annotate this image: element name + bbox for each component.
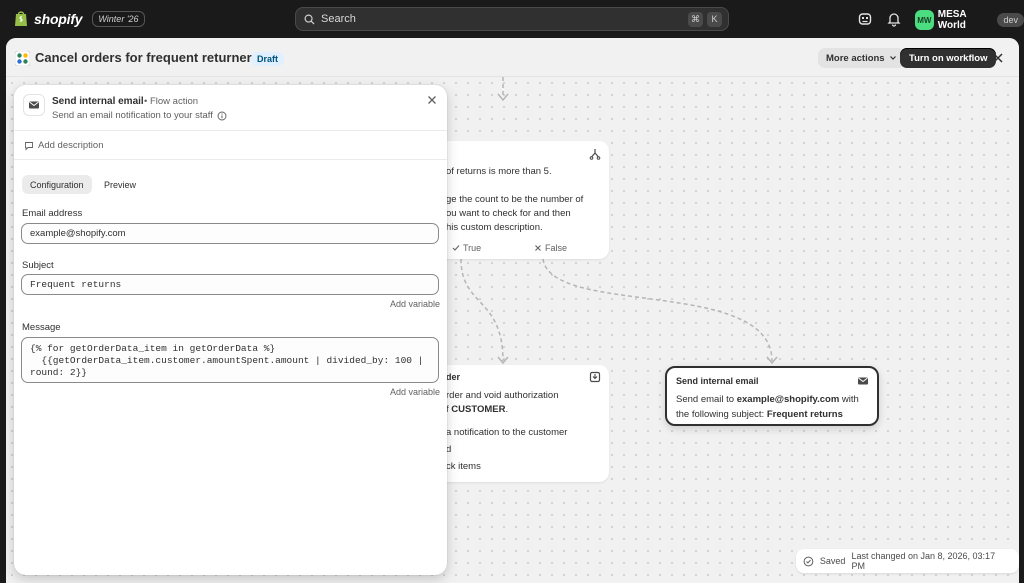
- more-actions-label: More actions: [826, 52, 885, 64]
- add-variable-link[interactable]: Add variable: [390, 299, 440, 309]
- mail-icon: [858, 377, 868, 385]
- false-branch-label: False: [545, 243, 568, 253]
- branch-icon: [589, 149, 601, 160]
- add-variable-link[interactable]: Add variable: [390, 387, 440, 397]
- email-body-address: example@shopify.com: [736, 394, 840, 405]
- info-icon[interactable]: [217, 111, 227, 121]
- email-node-body: Send email to example@shopify.com with t…: [676, 392, 866, 422]
- shopify-logo[interactable]: shopify Winter '26: [14, 10, 145, 27]
- account-menu[interactable]: MW MESA World dev: [915, 9, 1024, 31]
- check-circle-icon: [803, 556, 814, 566]
- tab-configuration[interactable]: Configuration: [22, 175, 92, 194]
- condition-line: his custom description.: [446, 222, 543, 233]
- edition-badge: Winter '26: [92, 10, 145, 27]
- shopify-bag-icon: [15, 11, 27, 26]
- add-description-button[interactable]: Add description: [24, 140, 103, 151]
- cancel-node-text: .: [505, 404, 509, 415]
- workflow-header: Cancel orders for frequent returners Dra…: [6, 38, 1019, 77]
- true-branch[interactable]: True: [452, 243, 481, 253]
- cancel-node-line: rder and void authorization: [446, 390, 559, 401]
- subject-label: Subject: [22, 260, 54, 271]
- saved-label: Saved: [819, 556, 846, 566]
- search-bar[interactable]: Search ⌘ K: [295, 7, 729, 31]
- true-branch-label: True: [463, 243, 482, 253]
- tab-preview[interactable]: Preview: [96, 175, 144, 194]
- archive-icon: [589, 371, 601, 383]
- email-body-subject: Frequent returns: [766, 409, 843, 420]
- cancel-order-node[interactable]: der rder and void authorization f CUSTOM…: [426, 365, 609, 482]
- close-icon[interactable]: [991, 51, 1005, 65]
- false-branch[interactable]: False: [534, 243, 567, 253]
- check-icon: [452, 245, 460, 251]
- condition-node[interactable]: of returns is more than 5. ge the count …: [426, 141, 609, 259]
- condition-line: ou want to check for and then: [446, 208, 571, 219]
- condition-line: ge the count to be the number of: [446, 194, 584, 205]
- panel-title: Send internal email: [52, 96, 144, 107]
- close-icon[interactable]: [426, 94, 438, 106]
- sidekick-icon[interactable]: [857, 11, 873, 27]
- env-badge: dev: [997, 13, 1024, 27]
- panel-subtitle-text: Send an email notification to your staff: [52, 110, 213, 121]
- email-address-label: Email address: [22, 208, 83, 219]
- save-status: Saved Last changed on Jan 8, 2026, 03:17…: [796, 549, 1019, 573]
- subject-input[interactable]: Frequent returns: [21, 274, 439, 295]
- add-description-label: Add description: [38, 140, 104, 151]
- cancel-node-title: der: [446, 372, 461, 382]
- cancel-node-line: f CUSTOMER.: [446, 404, 508, 415]
- notification-bell-icon[interactable]: [886, 11, 902, 27]
- panel-subtitle: Send an email notification to your staff: [52, 110, 227, 121]
- avatar: MW: [915, 10, 934, 30]
- shortcut-key-cmd: ⌘: [688, 11, 703, 27]
- mail-icon: [29, 101, 39, 109]
- panel-icon: [23, 94, 45, 116]
- send-email-node[interactable]: Send internal email Send email to exampl…: [665, 366, 879, 426]
- panel-type-label: Flow action: [149, 96, 199, 107]
- action-config-panel: Send internal email • Flow action Send a…: [14, 85, 447, 575]
- cancel-node-line: a notification to the customer: [446, 427, 568, 438]
- cancel-node-line: ck items: [446, 461, 481, 472]
- more-actions-button[interactable]: More actions: [818, 48, 905, 68]
- top-bar: shopify Winter '26 Search ⌘ K MW MESA Wo…: [0, 0, 1024, 38]
- page-title: Cancel orders for frequent returners: [35, 50, 259, 65]
- shortcut-key-k: K: [707, 11, 722, 27]
- panel-type: • Flow action: [144, 96, 199, 107]
- email-node-title: Send internal email: [676, 376, 759, 386]
- divider: [14, 130, 447, 131]
- search-placeholder: Search: [321, 13, 356, 25]
- message-label: Message: [22, 322, 61, 333]
- customer-variable: CUSTOMER: [451, 404, 506, 415]
- message-textarea[interactable]: {% for getOrderData_item in getOrderData…: [21, 337, 439, 383]
- flow-app-icon: [15, 51, 30, 66]
- brand-wordmark: shopify: [34, 10, 83, 27]
- chevron-down-icon: [889, 56, 896, 60]
- x-icon: [535, 245, 541, 251]
- search-icon: [304, 14, 315, 25]
- turn-on-workflow-button[interactable]: Turn on workflow: [900, 48, 997, 68]
- condition-line: of returns is more than 5.: [446, 166, 552, 177]
- comment-icon: [25, 141, 33, 151]
- store-name: MESA World: [937, 9, 967, 31]
- last-changed-text: Last changed on Jan 8, 2026, 03:17 PM: [851, 551, 996, 571]
- email-body-text: Send email to: [676, 394, 737, 405]
- email-address-input[interactable]: example@shopify.com: [21, 223, 439, 244]
- divider: [14, 159, 447, 160]
- status-badge: Draft: [251, 52, 285, 66]
